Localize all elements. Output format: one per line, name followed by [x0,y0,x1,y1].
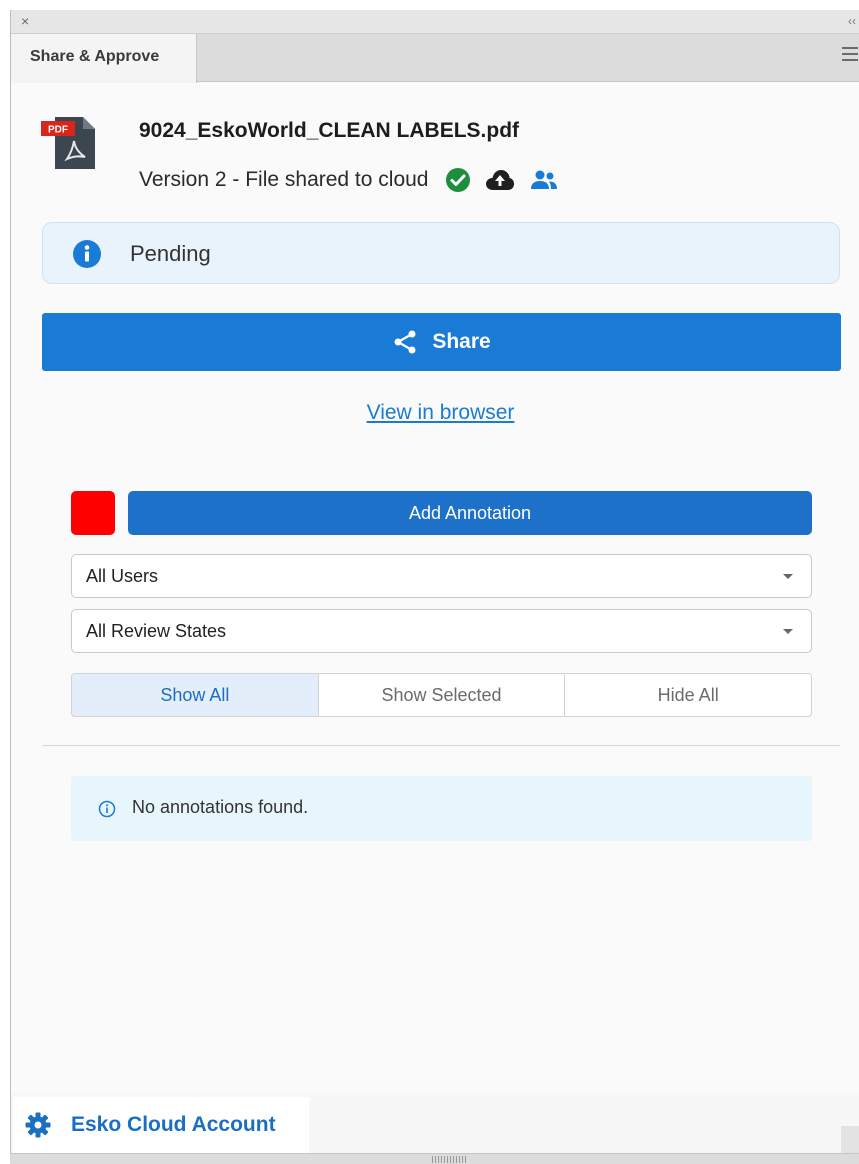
esko-cloud-account-link[interactable]: Esko Cloud Account [13,1097,309,1153]
share-approve-panel: × ‹‹ Share & Approve PDF 9024_EskoWorld_… [10,10,859,1164]
panel-menu-icon[interactable] [842,47,858,65]
resize-grip-icon[interactable] [432,1156,466,1163]
annotation-color-swatch[interactable] [71,491,115,535]
tab-strip: Share & Approve [11,34,859,83]
scroll-corner [841,1126,859,1153]
share-button-label: Share [432,330,491,353]
status-banner: Pending [42,222,840,284]
visibility-toggle-group: Show All Show Selected Hide All [71,673,812,717]
users-filter-value: All Users [86,566,159,586]
collapse-panel-icon[interactable]: ‹‹ [848,14,856,28]
empty-annotations-notice: No annotations found. [71,776,812,841]
check-circle-icon [445,168,470,192]
close-icon[interactable]: × [21,14,29,28]
info-icon [73,240,101,268]
status-label: Pending [130,241,211,266]
pdf-file-icon: PDF [41,117,95,169]
tab-share-approve[interactable]: Share & Approve [11,34,197,83]
version-status: Version 2 - File shared to cloud [139,168,429,191]
file-name: 9024_EskoWorld_CLEAN LABELS.pdf [139,119,520,142]
users-filter-select[interactable]: All Users [71,554,812,598]
empty-annotations-message: No annotations found. [132,797,309,817]
divider [42,745,840,746]
view-in-browser-link[interactable]: View in browser [11,401,859,425]
review-state-filter-select[interactable]: All Review States [71,609,812,653]
panel-content: PDF 9024_EskoWorld_CLEAN LABELS.pdf Vers… [11,83,859,1093]
share-button[interactable]: Share [42,313,841,371]
account-label: Esko Cloud Account [71,1113,276,1136]
pdf-badge-label: PDF [48,125,68,136]
users-icon [530,170,557,189]
chevron-down-icon [783,629,793,634]
chevron-down-icon [783,574,793,579]
panel-title-bar: × ‹‹ [11,10,859,34]
cloud-upload-icon [485,170,514,190]
show-selected-button[interactable]: Show Selected [317,674,565,716]
status-icons [445,167,559,193]
info-outline-icon [98,800,116,818]
hide-all-button[interactable]: Hide All [564,674,811,716]
resize-bar[interactable] [10,1153,859,1164]
add-annotation-button[interactable]: Add Annotation [128,491,812,535]
show-all-button[interactable]: Show All [72,674,318,716]
version-row: Version 2 - File shared to cloud [139,167,559,193]
share-icon [394,330,416,354]
review-state-filter-value: All Review States [86,621,227,641]
gear-icon [25,1112,51,1138]
